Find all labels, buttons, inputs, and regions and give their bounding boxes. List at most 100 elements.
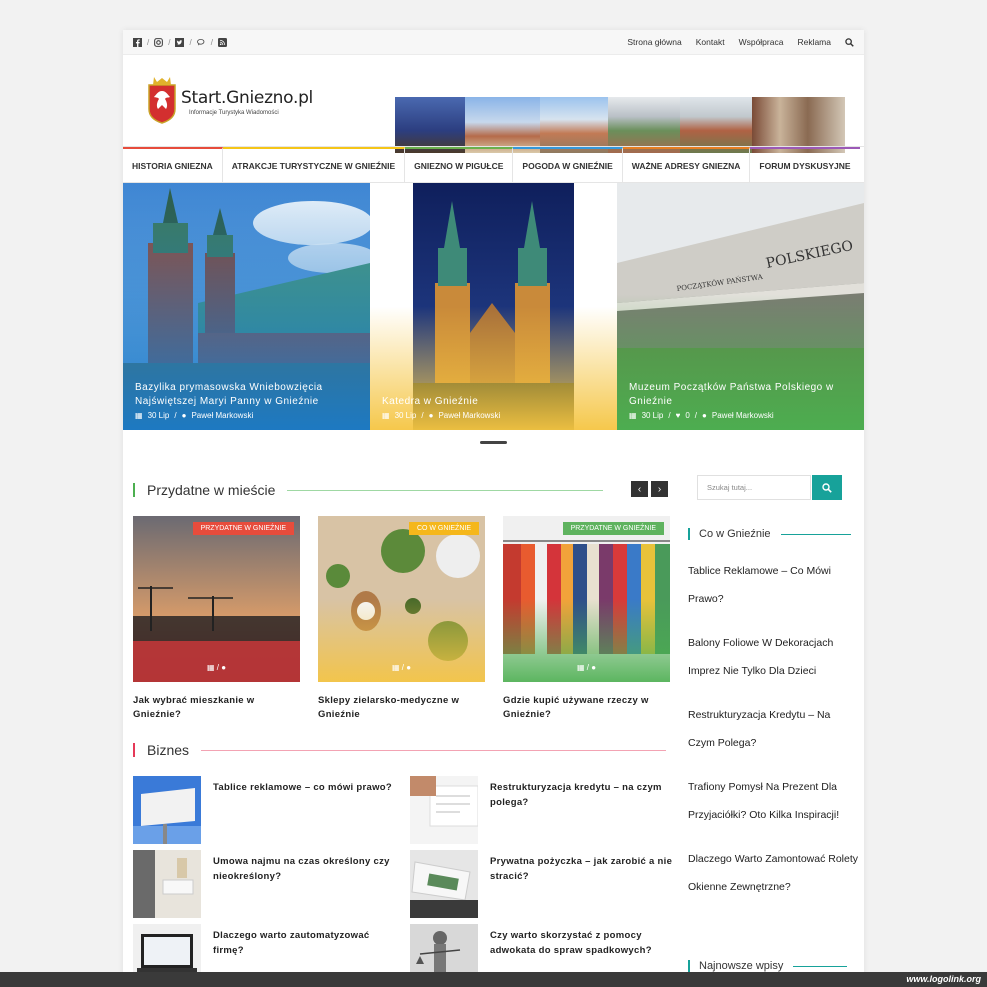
card-used-items[interactable]: PRZYDATNE W GNIEŹNIE ▦ / ● Gdzie kupić u… bbox=[503, 516, 670, 722]
card-image: CO W GNIEŹNIE ▦ / ● bbox=[318, 516, 485, 682]
post-title[interactable]: Tablice reklamowe – co mówi prawo? bbox=[213, 780, 392, 844]
slide-museum-caption: Muzeum Początków Państwa Polskiego w Gni… bbox=[629, 381, 854, 420]
user-icon: ● bbox=[406, 663, 412, 672]
logo-subtitle: Informacje Turystyka Wiadomości bbox=[189, 110, 279, 116]
calendar-icon: ▦ bbox=[382, 411, 390, 420]
calendar-icon: ▦ bbox=[629, 411, 637, 420]
top-nav-home[interactable]: Strona główna bbox=[627, 37, 681, 47]
business-post[interactable]: Umowa najmu na czas określony czy nieokr… bbox=[133, 850, 403, 918]
slide-museum[interactable]: POLSKIEGO POCZĄTKÓW PAŃSTWA Muzeum Począ… bbox=[617, 183, 864, 430]
post-thumbnail bbox=[133, 776, 201, 844]
instagram-icon[interactable] bbox=[154, 37, 164, 47]
coat-of-arms-icon bbox=[148, 77, 176, 124]
next-arrow-button[interactable]: › bbox=[651, 481, 668, 497]
card-meta: ▦ / ● bbox=[576, 663, 597, 672]
banner-photo-4 bbox=[608, 97, 680, 153]
card-title[interactable]: Jak wybrać mieszkanie w Gnieźnie? bbox=[133, 694, 300, 722]
slide-title[interactable]: Bazylika prymasowska Wniebowzięcia Najśw… bbox=[135, 381, 360, 409]
category-badge[interactable]: PRZYDATNE W GNIEŹNIE bbox=[192, 522, 294, 535]
facebook-icon[interactable] bbox=[133, 37, 142, 47]
search-icon[interactable] bbox=[845, 37, 854, 47]
top-nav-ads[interactable]: Reklama bbox=[797, 37, 831, 47]
user-icon: ● bbox=[428, 411, 434, 420]
rss-icon[interactable] bbox=[217, 37, 227, 47]
post-title[interactable]: Umowa najmu na czas określony czy nieokr… bbox=[213, 854, 403, 918]
section-title: Przydatne w mieście bbox=[147, 482, 276, 498]
social-icons: / / / / bbox=[133, 37, 227, 47]
search-icon bbox=[822, 482, 832, 493]
business-post[interactable]: Tablice reklamowe – co mówi prawo? bbox=[133, 776, 403, 844]
slide-basilica[interactable]: Bazylika prymasowska Wniebowzięcia Najśw… bbox=[123, 183, 370, 430]
banner-photo-3 bbox=[540, 97, 608, 153]
main-nav-weather[interactable]: POGODA W GNIEŹNIE bbox=[513, 147, 623, 182]
slide-cathedral[interactable]: Katedra w Gnieźnie ▦ 30 Lip / ● Paweł Mark… bbox=[370, 183, 617, 430]
site-header: Start.Gniezno.pl Informacje Turystyka Wi… bbox=[123, 55, 864, 153]
featured-slider: Bazylika prymasowska Wniebowzięcia Najśw… bbox=[123, 183, 864, 430]
site-logo[interactable]: Start.Gniezno.pl Informacje Turystyka Wi… bbox=[145, 75, 313, 125]
calendar-icon: ▦ bbox=[135, 411, 143, 420]
business-post[interactable]: Prywatna pożyczka – jak zarobić a nie st… bbox=[410, 850, 680, 918]
calendar-icon: ▦ bbox=[576, 663, 585, 672]
prev-arrow-button[interactable]: ‹ bbox=[631, 481, 648, 497]
calendar-icon: ▦ bbox=[391, 663, 400, 672]
user-icon: ● bbox=[181, 411, 187, 420]
top-nav: Strona główna Kontakt Współpraca Reklama bbox=[627, 37, 854, 47]
carousel-arrows: ‹ › bbox=[631, 481, 668, 497]
banner-photo-1 bbox=[395, 97, 465, 153]
main-nav-history[interactable]: HISTORIA GNIEZNA bbox=[123, 147, 223, 182]
main-nav-attractions[interactable]: ATRAKCJE TURYSTYCZNE W GNIEŹNIE bbox=[222, 147, 406, 182]
card-image: PRZYDATNE W GNIEŹNIE ▦ / ● bbox=[133, 516, 300, 682]
card-herbal-shops[interactable]: CO W GNIEŹNIE ▦ / ● Sklepy zielarsko-med… bbox=[318, 516, 485, 722]
slide-title[interactable]: Katedra w Gnieźnie bbox=[382, 395, 607, 409]
chat-icon[interactable] bbox=[196, 38, 206, 47]
sidebar-widget2-heading: Najnowsze wpisy bbox=[688, 960, 848, 972]
user-icon: ● bbox=[702, 411, 707, 420]
post-thumbnail bbox=[410, 850, 478, 918]
calendar-icon: ▦ bbox=[206, 663, 215, 672]
card-title[interactable]: Sklepy zielarsko-medyczne w Gnieźnie bbox=[318, 694, 485, 722]
sidebar-link[interactable]: Restrukturyzacja Kredytu – Na Czym Poleg… bbox=[688, 701, 858, 757]
comments-icon: ♥ bbox=[675, 411, 681, 420]
search-input[interactable]: Szukaj tutaj... bbox=[697, 475, 811, 500]
slide-cathedral-image bbox=[370, 183, 617, 430]
card-image: PRZYDATNE W GNIEŹNIE ▦ / ● bbox=[503, 516, 670, 682]
slide-cathedral-caption: Katedra w Gnieźnie ▦ 30 Lip / ● Paweł Mark… bbox=[382, 395, 607, 420]
logo-title: Start.Gniezno.pl bbox=[181, 88, 313, 108]
category-badge[interactable]: CO W GNIEŹNIE bbox=[408, 522, 479, 535]
widget-title: Co w Gnieźnie bbox=[699, 528, 771, 540]
top-nav-cooperation[interactable]: Współpraca bbox=[739, 37, 784, 47]
top-bar: / / / / Strona główna Kontakt Współpraca… bbox=[123, 30, 864, 55]
banner-photo-2 bbox=[465, 97, 540, 153]
post-title[interactable]: Restrukturyzacja kredytu – na czym poleg… bbox=[490, 780, 680, 844]
main-nav-forum[interactable]: FORUM DYSKUSYJNE bbox=[750, 147, 860, 182]
business-post[interactable]: Restrukturyzacja kredytu – na czym poleg… bbox=[410, 776, 680, 844]
post-title[interactable]: Prywatna pożyczka – jak zarobić a nie st… bbox=[490, 854, 680, 918]
card-title[interactable]: Gdzie kupić używane rzeczy w Gnieźnie? bbox=[503, 694, 670, 722]
section-business-heading: Biznes bbox=[133, 742, 667, 758]
banner-photo-5 bbox=[680, 97, 752, 153]
sidebar-links: Tablice Reklamowe – Co Mówi Prawo? Balon… bbox=[688, 557, 858, 917]
sidebar-link[interactable]: Trafiony Pomysł Na Prezent Dla Przyjació… bbox=[688, 773, 858, 829]
card-apartment[interactable]: PRZYDATNE W GNIEŹNIE ▦ / ● Jak wybrać mi… bbox=[133, 516, 300, 722]
slider-pagination[interactable] bbox=[480, 441, 507, 444]
slide-title[interactable]: Muzeum Początków Państwa Polskiego w Gni… bbox=[629, 381, 854, 409]
card-meta: ▦ / ● bbox=[206, 663, 227, 672]
search-button[interactable] bbox=[812, 475, 842, 500]
sidebar-widget-heading: Co w Gnieźnie bbox=[688, 528, 851, 540]
sidebar-link[interactable]: Dlaczego Warto Zamontować Rolety Okienne… bbox=[688, 845, 858, 901]
top-nav-contact[interactable]: Kontakt bbox=[696, 37, 725, 47]
user-icon: ● bbox=[591, 663, 597, 672]
page: / / / / Strona główna Kontakt Współpraca… bbox=[123, 30, 864, 987]
twitter-icon[interactable] bbox=[175, 37, 185, 47]
section-useful-heading: Przydatne w mieście bbox=[133, 482, 604, 498]
sidebar-link[interactable]: Tablice Reklamowe – Co Mówi Prawo? bbox=[688, 557, 858, 613]
category-badge[interactable]: PRZYDATNE W GNIEŹNIE bbox=[562, 522, 664, 535]
main-nav-summary[interactable]: GNIEZNO W PIGUŁCE bbox=[405, 147, 514, 182]
post-thumbnail bbox=[410, 776, 478, 844]
header-banner[interactable] bbox=[395, 97, 845, 153]
sidebar-link[interactable]: Balony Foliowe W Dekoracjach Imprez Nie … bbox=[688, 629, 858, 685]
main-nav-addresses[interactable]: WAŻNE ADRESY GNIEZNA bbox=[622, 147, 751, 182]
user-icon: ● bbox=[221, 663, 227, 672]
watermark: www.logolink.org bbox=[0, 972, 987, 987]
slide-basilica-caption: Bazylika prymasowska Wniebowzięcia Najśw… bbox=[135, 381, 360, 420]
